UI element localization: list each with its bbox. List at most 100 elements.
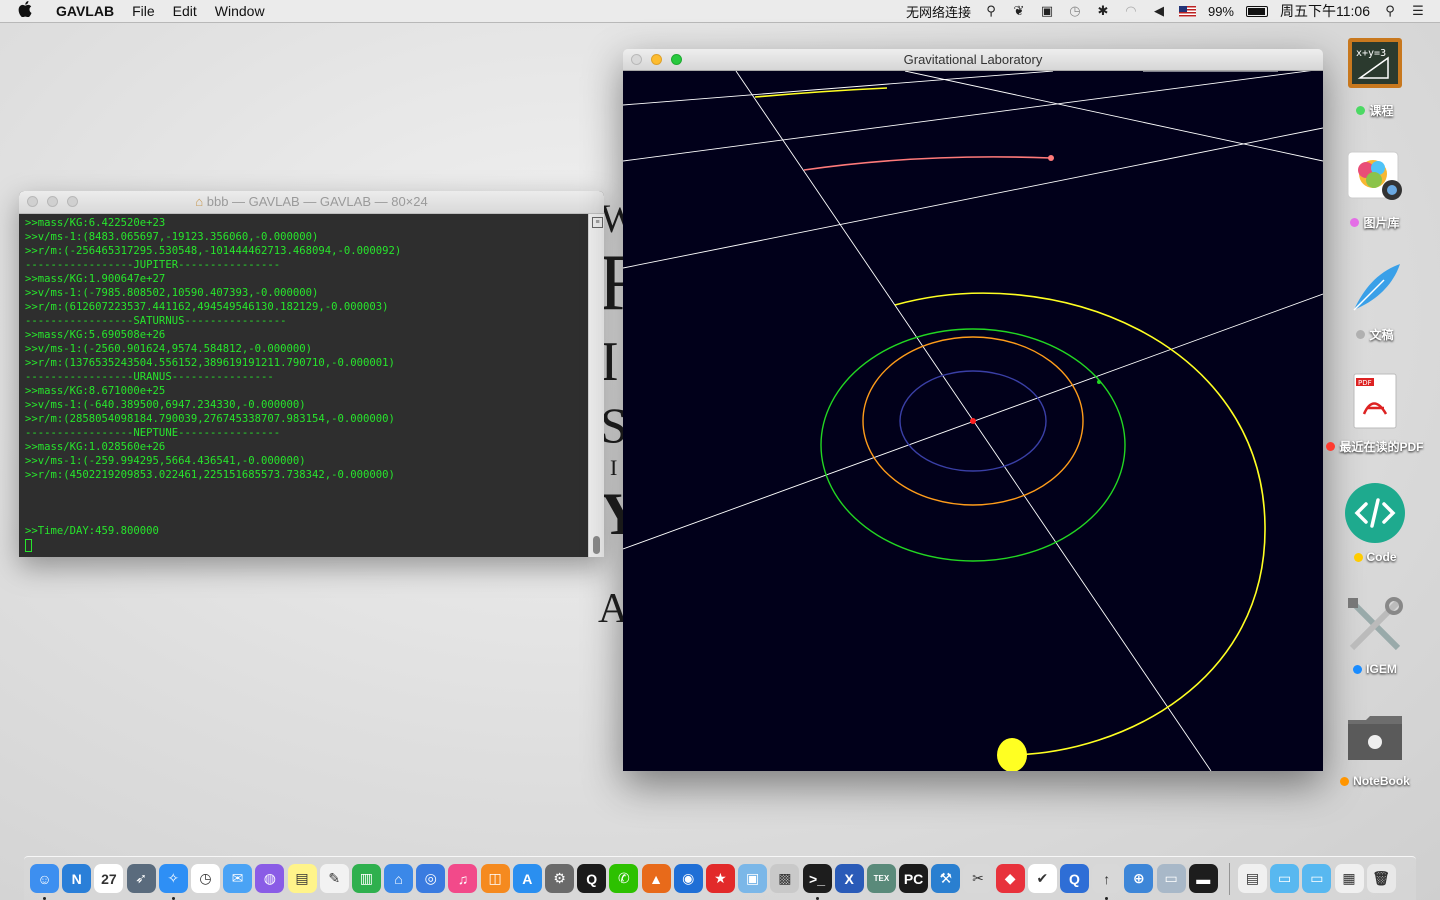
dock-glyph: ⚒ <box>939 870 953 886</box>
battery-icon[interactable] <box>1246 5 1268 17</box>
file-menu[interactable]: File <box>132 3 155 19</box>
calendar-icon[interactable]: 27 <box>94 864 124 893</box>
wifi-icon[interactable]: ◠ <box>1123 4 1139 18</box>
display-icon[interactable]: ▣ <box>1039 4 1055 18</box>
gravlab-titlebar[interactable]: Gravitational Laboratory <box>623 49 1323 71</box>
dock-glyph: ▣ <box>746 870 760 886</box>
network-status[interactable]: 无网络连接 <box>906 2 971 21</box>
dock-glyph: ✔ <box>1036 870 1049 886</box>
siri-icon[interactable]: ◍ <box>255 864 285 893</box>
stickies-icon[interactable]: ▤ <box>287 864 317 893</box>
zoom-button[interactable] <box>671 54 682 65</box>
ibooks-icon[interactable]: ◫ <box>480 864 510 893</box>
presentation-icon[interactable]: ▩ <box>770 864 800 893</box>
preview-icon[interactable]: ▣ <box>738 864 768 893</box>
launchpad-icon[interactable]: ➶ <box>126 864 156 893</box>
matlab-icon[interactable]: ▲ <box>641 864 671 893</box>
folder-stack-icon[interactable]: ▭ <box>1270 864 1300 893</box>
qq-icon[interactable]: Q <box>577 864 607 893</box>
label-text: 课程 <box>1369 104 1394 118</box>
itunes-icon[interactable]: ♫ <box>448 864 478 893</box>
menu-bar: GAVLAB File Edit Window 无网络连接 ⚲ ❦ ▣ ◷ ✱ … <box>0 0 1440 23</box>
evernote-icon[interactable]: ❦ <box>1011 4 1027 18</box>
terminal-scrollbar[interactable]: ≡ <box>588 214 604 557</box>
wechat-icon[interactable]: ✆ <box>609 864 639 893</box>
keynote-icon[interactable]: ⌂ <box>384 864 414 893</box>
mail-icon[interactable]: ✉ <box>223 864 253 893</box>
desktop-icon-label: IGEM <box>1353 662 1397 676</box>
desktop-icon-folder[interactable]: NoteBook <box>1320 706 1430 791</box>
dock-glyph: ⌂ <box>394 870 403 887</box>
dock-glyph: ▤ <box>1245 870 1260 886</box>
scanner-icon[interactable]: ▭ <box>1156 864 1186 893</box>
tex-icon[interactable]: TEX <box>866 864 896 893</box>
downloads-stack-icon[interactable]: ▭ <box>1302 864 1332 893</box>
window-menu[interactable]: Window <box>215 3 265 19</box>
spotlight-search-icon[interactable]: ⚲ <box>1382 4 1398 18</box>
trash-icon[interactable]: 🗑 <box>1366 864 1396 893</box>
network-icon[interactable]: ◎ <box>416 864 446 893</box>
utilities-icon[interactable]: ✂ <box>963 864 993 893</box>
scrollbar-thumb[interactable] <box>593 536 600 554</box>
dock-glyph: >_ <box>809 870 825 887</box>
terminal-output[interactable]: >>mass/KG:6.422520e+23 >>v/ms-1:(8483.065… <box>19 214 589 557</box>
search-extra-icon[interactable]: ⚲ <box>983 4 999 18</box>
notification-center-icon[interactable]: ☰ <box>1410 4 1426 18</box>
input-source-flag-icon[interactable] <box>1178 5 1196 17</box>
volume-icon[interactable]: ◀ <box>1151 4 1167 18</box>
split-view-icon[interactable]: ≡ <box>592 217 603 228</box>
apple-menu-icon[interactable] <box>18 1 40 21</box>
terminal-line: -----------------JUPITER---------------- <box>25 259 281 271</box>
pycharm-icon[interactable]: PC <box>899 864 929 893</box>
system-preferences-icon[interactable]: ⚙ <box>545 864 574 893</box>
numbers-icon[interactable]: ▥ <box>351 864 381 893</box>
safari-icon[interactable]: ✧ <box>158 864 188 900</box>
quicktime-icon[interactable]: Q <box>1060 864 1089 893</box>
screenshot-stack-icon[interactable]: ▦ <box>1334 864 1364 893</box>
clock[interactable]: 周五下午11:06 <box>1280 1 1370 21</box>
xcode-icon[interactable]: ⚒ <box>931 864 961 893</box>
textedit-icon[interactable]: ✎ <box>319 864 349 893</box>
terminal-titlebar[interactable]: ⌂ bbb — GAVLAB — GAVLAB — 80×24 <box>19 191 604 214</box>
dock-glyph: ◎ <box>424 870 437 886</box>
sequel-icon[interactable]: ◉ <box>673 864 703 893</box>
edit-menu[interactable]: Edit <box>173 3 197 19</box>
label-text: IGEM <box>1366 662 1397 676</box>
bookmark-icon[interactable]: ★ <box>705 864 735 893</box>
console-icon[interactable]: ▬ <box>1188 864 1218 893</box>
finder-icon[interactable]: ☺ <box>30 864 59 900</box>
app-name-menu[interactable]: GAVLAB <box>56 3 114 19</box>
appstore-icon[interactable]: A <box>512 864 542 893</box>
desktop-icon-quill[interactable]: 文稿 <box>1320 258 1430 344</box>
desktop-icon-pdf[interactable]: PDF 最近在读的PDF <box>1320 370 1430 456</box>
migration-icon[interactable]: ⊕ <box>1124 864 1154 893</box>
zoom-button[interactable] <box>67 196 78 207</box>
pocket-icon[interactable]: ✔ <box>1027 864 1057 893</box>
dock-glyph: ▤ <box>295 870 309 886</box>
desktop-icon-tools[interactable]: IGEM <box>1320 594 1430 679</box>
minimize-button[interactable] <box>47 196 58 207</box>
dock-glyph: ▦ <box>1342 870 1356 886</box>
minimize-button[interactable] <box>651 54 662 65</box>
dock-glyph: ↑ <box>1103 870 1111 887</box>
bluetooth-icon[interactable]: ✱ <box>1095 4 1111 18</box>
gravitational-lab-window[interactable]: Gravitational Laboratory <box>623 49 1323 771</box>
simulation-canvas[interactable] <box>623 68 1323 771</box>
gravlab-icon[interactable]: ↑ <box>1092 864 1122 900</box>
terminal-line: >>Time/DAY:459.800000 <box>25 525 159 537</box>
xquartz-icon[interactable]: X <box>834 864 864 893</box>
terminal-icon[interactable]: >_ <box>802 864 832 900</box>
clock-icon[interactable]: ◷ <box>190 864 220 893</box>
battery-percent[interactable]: 99% <box>1208 4 1234 19</box>
document-stack-icon[interactable]: ▤ <box>1237 864 1267 893</box>
tag-dot <box>1356 106 1366 115</box>
terminal-window[interactable]: ⌂ bbb — GAVLAB — GAVLAB — 80×24 >>mass/K… <box>19 191 604 557</box>
desktop-icon-code[interactable]: Code <box>1320 482 1430 567</box>
close-button[interactable] <box>631 54 642 65</box>
desktop-icon-photos[interactable]: 图片库 <box>1320 146 1430 232</box>
pages-red-icon[interactable]: ◆ <box>995 864 1025 893</box>
close-button[interactable] <box>27 196 38 207</box>
desktop-icon-blackboard[interactable]: x+y=3 课程 <box>1320 34 1430 120</box>
notes-n-icon[interactable]: N <box>62 864 92 893</box>
time-machine-icon[interactable]: ◷ <box>1067 4 1083 18</box>
